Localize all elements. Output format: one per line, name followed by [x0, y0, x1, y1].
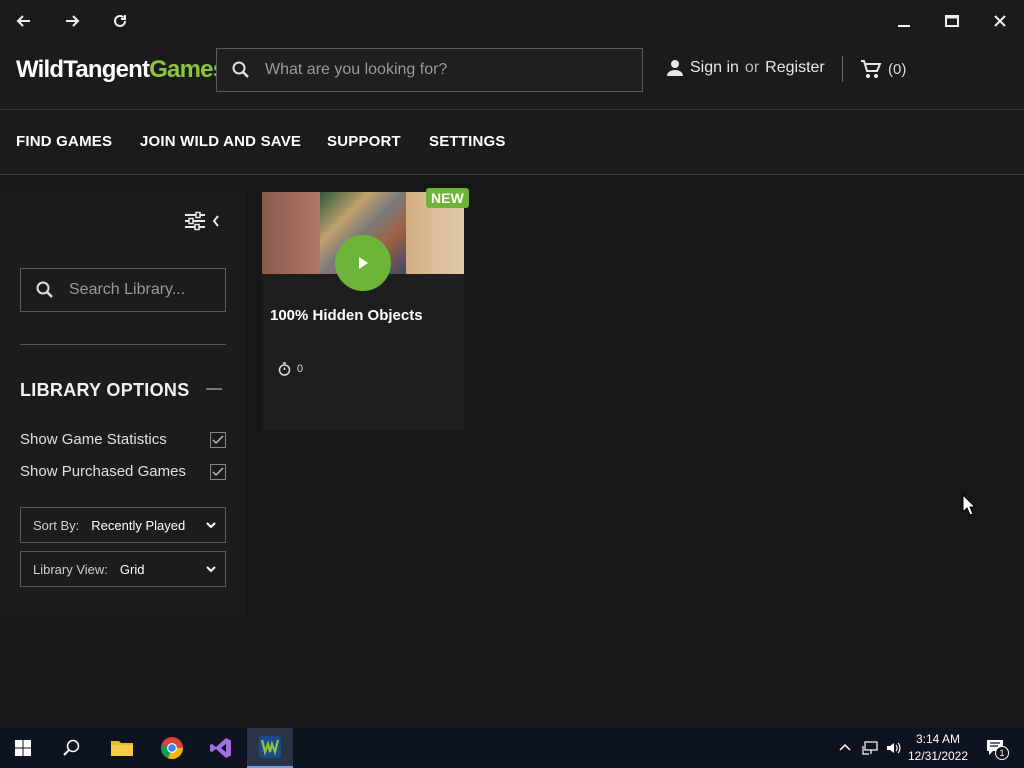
system-clock[interactable]: 3:14 AM 12/31/2022 [900, 731, 976, 765]
cart-count: (0) [888, 60, 907, 78]
show-purchased-games-option[interactable]: Show Purchased Games [20, 463, 226, 480]
or-text: or [744, 59, 760, 76]
file-explorer-button[interactable] [99, 728, 145, 768]
site-search-input[interactable] [265, 61, 635, 79]
show-purchased-games-label: Show Purchased Games [20, 463, 186, 480]
search-icon [21, 281, 69, 299]
play-time-value: 0 [297, 363, 304, 375]
wildtangent-app-icon [259, 736, 281, 758]
main-nav: FIND GAMES JOIN WILD AND SAVE SUPPORT SE… [0, 111, 1024, 175]
sign-in-link[interactable]: Sign in [690, 59, 739, 77]
check-icon [212, 466, 224, 476]
chevron-left-icon [212, 215, 219, 227]
maximize-button[interactable] [940, 10, 964, 32]
play-button[interactable] [335, 235, 391, 291]
nav-settings[interactable]: SETTINGS [429, 133, 506, 150]
taskbar-search-button[interactable] [49, 728, 95, 768]
user-icon [667, 60, 683, 76]
library-search-input[interactable] [69, 281, 219, 299]
visual-studio-icon [210, 738, 231, 758]
library-view-value: Grid [119, 561, 145, 577]
notification-count: 1 [995, 746, 1009, 760]
play-time: 0 [278, 362, 303, 376]
system-tray [838, 728, 902, 768]
show-game-statistics-label: Show Game Statistics [20, 431, 167, 448]
wildtangent-logo[interactable]: WildTangentGames [16, 56, 226, 84]
close-icon [994, 15, 1006, 27]
wildtangent-app-button[interactable] [247, 728, 293, 768]
stopwatch-icon [278, 362, 291, 376]
close-button[interactable] [988, 10, 1012, 32]
site-header: WildTangentGames Sign in or Register (0) [0, 44, 1024, 110]
chevron-up-icon[interactable] [838, 741, 852, 755]
library-options-title: LIBRARY OPTIONS [20, 380, 190, 400]
account-area: Sign in or Register [666, 59, 825, 77]
clock-time: 3:14 AM [915, 732, 961, 746]
game-title[interactable]: 100% Hidden Objects [270, 307, 423, 324]
game-card[interactable]: NEW 100% Hidden Objects 0 [262, 188, 469, 431]
windows-logo-icon [15, 740, 31, 756]
header-divider [842, 56, 843, 82]
search-icon [217, 61, 265, 79]
library-sidebar: LIBRARY OPTIONS Show Game Statistics Sho… [0, 191, 246, 615]
arrow-left-icon [16, 15, 30, 27]
sidebar-divider [20, 344, 226, 345]
show-purchased-games-checkbox[interactable] [210, 463, 226, 480]
sort-by-select[interactable]: Sort By: Recently Played [20, 507, 226, 543]
collapse-options-button[interactable] [206, 388, 222, 390]
chevron-down-icon [206, 566, 216, 573]
maximize-icon [945, 15, 959, 27]
windows-taskbar: 3:14 AM 12/31/2022 1 [0, 728, 1024, 768]
clock-date: 12/31/2022 [907, 749, 969, 763]
library-search [20, 268, 226, 312]
cart-button[interactable]: (0) [860, 59, 906, 79]
refresh-icon [114, 14, 126, 27]
nav-support[interactable]: SUPPORT [327, 133, 401, 150]
mouse-cursor-icon [962, 494, 976, 516]
sort-by-label: Sort By: [33, 517, 80, 533]
chevron-down-icon [206, 522, 216, 529]
network-icon[interactable] [862, 741, 878, 755]
title-bar [0, 0, 1024, 44]
show-game-statistics-option[interactable]: Show Game Statistics [20, 431, 226, 448]
visual-studio-button[interactable] [198, 728, 244, 768]
back-button[interactable] [12, 10, 36, 32]
collapse-filters-button[interactable] [184, 211, 220, 231]
show-game-statistics-checkbox[interactable] [210, 431, 226, 448]
cart-icon [861, 60, 882, 78]
nav-join-wild-and-save[interactable]: JOIN WILD AND SAVE [140, 133, 301, 150]
notifications-button[interactable]: 1 [976, 728, 1016, 768]
search-icon [63, 739, 80, 756]
arrow-right-icon [66, 15, 80, 27]
library-view-label: Library View: [33, 561, 108, 577]
logo-wild-text: WildTangent [16, 56, 150, 83]
logo-games-text: Games [149, 56, 226, 83]
sort-by-value: Recently Played [91, 517, 186, 533]
site-search [216, 48, 643, 92]
play-icon [359, 257, 368, 269]
library-view-select[interactable]: Library View: Grid [20, 551, 226, 587]
chrome-icon [161, 737, 184, 760]
forward-button[interactable] [60, 10, 84, 32]
refresh-button[interactable] [108, 10, 132, 32]
start-button[interactable] [0, 728, 46, 768]
sliders-icon [185, 211, 205, 231]
new-badge: NEW [426, 188, 469, 208]
chrome-button[interactable] [149, 728, 195, 768]
nav-find-games[interactable]: FIND GAMES [16, 133, 112, 150]
minimize-button[interactable] [892, 10, 916, 32]
register-link[interactable]: Register [765, 59, 825, 77]
folder-icon [111, 741, 133, 756]
minimize-icon [898, 25, 910, 27]
check-icon [212, 434, 224, 444]
